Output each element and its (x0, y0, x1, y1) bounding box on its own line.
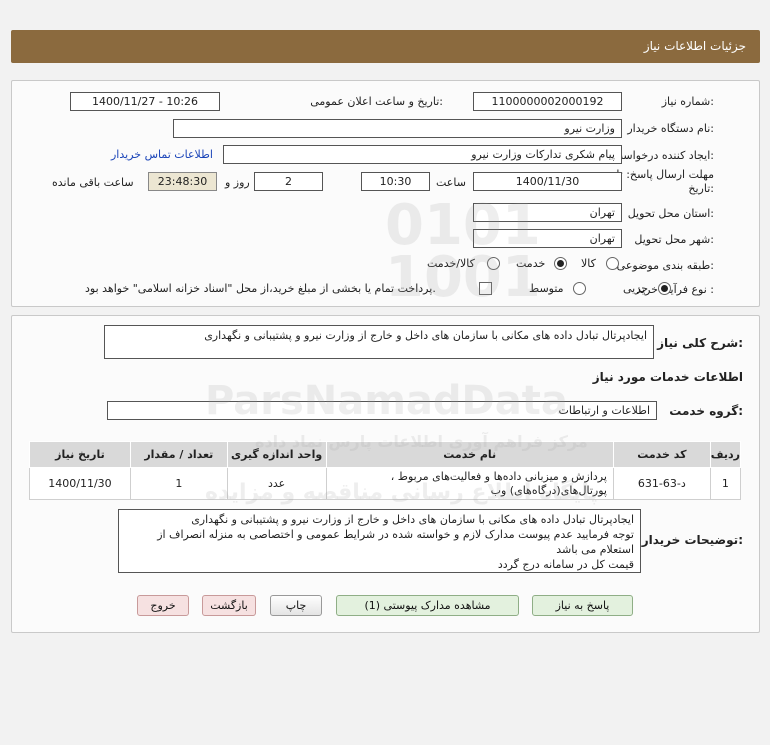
process-minor-label: جزیی (623, 282, 649, 295)
buyer-notes-field: ایجادپرتال تبادل داده های مکانی با سازما… (118, 509, 641, 573)
cell-row: 1 (709, 467, 742, 500)
category-goods-service-label: کالا/خدمت (427, 257, 475, 270)
view-attachments-button[interactable]: مشاهده مدارک پیوستی (1) (336, 595, 519, 616)
category-goods-service-radio[interactable] (487, 257, 500, 270)
deadline-time-field: 10:30 (361, 172, 430, 191)
service-group-label: گروه خدمت: (669, 404, 743, 418)
service-group-field: اطلاعات و ارتباطات (107, 401, 657, 420)
announce-datetime-field: 1400/11/27 - 10:26 (70, 92, 220, 111)
page-header: جزئیات اطلاعات نیاز (11, 30, 760, 63)
province-label: استان محل تحویل: (627, 207, 714, 220)
deadline-time-label: ساعت (436, 176, 466, 189)
services-heading: اطلاعات خدمات مورد نیاز (592, 370, 743, 384)
col-qty-header: تعداد / مقدار (129, 441, 228, 468)
services-table: ردیف کد خدمت نام خدمت واحد اندازه گیری ت… (29, 441, 742, 500)
category-service-radio[interactable] (554, 257, 567, 270)
print-button[interactable]: چاپ (270, 595, 322, 616)
creator-field: پیام شکری تدارکات وزارت نیرو (223, 145, 622, 164)
summary-label: شرح کلی نیاز: (657, 336, 743, 350)
treasury-payment-checkbox[interactable] (479, 282, 492, 295)
buyer-org-label: نام دستگاه خریدار: (627, 122, 714, 135)
remaining-time-label: ساعت باقی مانده (52, 176, 134, 189)
table-row: 1 د-63-631 پردازش و میزبانی داده‌ها و فع… (29, 467, 742, 500)
exit-button[interactable]: خروج (137, 595, 189, 616)
cell-unit: عدد (226, 467, 327, 500)
col-code-header: کد خدمت (612, 441, 711, 468)
cell-name: پردازش و میزبانی داده‌ها و فعالیت‌های مر… (325, 467, 614, 500)
category-goods-radio[interactable] (606, 257, 619, 270)
cell-qty: 1 (129, 467, 228, 500)
summary-field: ایجادپرتال تبادل داده های مکانی با سازما… (104, 325, 654, 359)
page-title: جزئیات اطلاعات نیاز (643, 39, 746, 53)
col-date-header: تاریخ نیاز (29, 441, 131, 468)
need-number-field: 1100000002000192 (473, 92, 622, 111)
cell-code: د-63-631 (612, 467, 711, 500)
remaining-time-field: 23:48:30 (148, 172, 217, 191)
col-row-header: ردیف (709, 441, 742, 468)
city-field: تهران (473, 229, 622, 248)
announce-datetime-label: تاریخ و ساعت اعلان عمومی: (310, 95, 443, 108)
col-unit-header: واحد اندازه گیری (226, 441, 327, 468)
province-field: تهران (473, 203, 622, 222)
reply-button[interactable]: پاسخ به نیاز (532, 595, 633, 616)
category-label: طبقه بندی موضوعی: (616, 259, 714, 272)
buyer-org-field: وزارت نیرو (173, 119, 622, 138)
process-minor-radio[interactable] (658, 282, 671, 295)
city-label: شهر محل تحویل: (634, 233, 714, 246)
creator-label: ایجاد کننده درخواست: (612, 149, 714, 162)
process-medium-radio[interactable] (573, 282, 586, 295)
deadline-date-field: 1400/11/30 (473, 172, 622, 191)
cell-date: 1400/11/30 (29, 467, 131, 500)
buyer-notes-label: توضیحات خریدار: (641, 533, 743, 547)
col-name-header: نام خدمت (325, 441, 614, 468)
back-button[interactable]: بازگشت (202, 595, 256, 616)
days-label: روز و (225, 176, 250, 189)
need-number-label: شماره نیاز: (661, 95, 714, 108)
deadline-label: مهلت ارسال پاسخ: تا (616, 168, 714, 181)
need-info-panel (11, 80, 760, 307)
days-remaining-field: 2 (254, 172, 323, 191)
deadline-label-date: تاریخ: (688, 182, 714, 195)
table-header-row: ردیف کد خدمت نام خدمت واحد اندازه گیری ت… (29, 441, 742, 468)
category-goods-label: کالا (581, 257, 596, 270)
category-service-label: خدمت (516, 257, 546, 270)
buyer-contact-link[interactable]: اطلاعات تماس خریدار (111, 148, 213, 161)
process-medium-label: متوسط (529, 282, 564, 295)
treasury-payment-note: پرداخت تمام یا بخشی از مبلغ خرید،از محل … (85, 282, 436, 295)
